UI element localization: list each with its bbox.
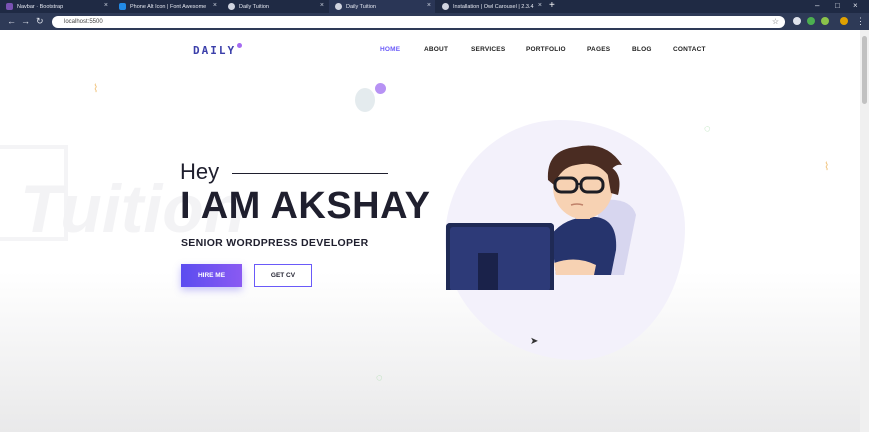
- browser-tab-bar: Navbar · Bootstrap × Phone Alt Icon | Fo…: [0, 0, 869, 13]
- back-arrow-icon[interactable]: ←: [7, 16, 16, 27]
- nav-pages[interactable]: PAGES: [587, 46, 610, 53]
- tab-title: Navbar · Bootstrap: [17, 3, 64, 10]
- globe-favicon-icon: [228, 3, 235, 10]
- nav-services[interactable]: SERVICES: [471, 46, 505, 53]
- pulse-icon: ⌇: [824, 161, 830, 173]
- site-logo[interactable]: DAILY: [193, 44, 236, 57]
- nav-home[interactable]: HOME: [380, 46, 400, 53]
- greeting-underline: [232, 173, 388, 174]
- browser-tab-active[interactable]: Daily Tuition ×: [329, 0, 435, 13]
- extension-icon[interactable]: [793, 17, 801, 25]
- browser-tab[interactable]: Daily Tuition ×: [222, 0, 328, 13]
- tab-title: Daily Tuition: [239, 3, 269, 10]
- nav-blog[interactable]: BLOG: [632, 46, 652, 53]
- forward-arrow-icon[interactable]: →: [21, 16, 30, 27]
- close-icon[interactable]: ×: [538, 2, 542, 9]
- browser-tab[interactable]: Phone Alt Icon | Font Awesome ×: [113, 0, 221, 13]
- globe-favicon-icon: [335, 3, 342, 10]
- address-bar[interactable]: localhost:5500 ☆: [52, 16, 785, 28]
- logo-dot: [237, 43, 242, 48]
- nav-contact[interactable]: CONTACT: [673, 46, 706, 53]
- extension-icon[interactable]: [807, 17, 815, 25]
- hero-greeting: Hey: [180, 159, 220, 184]
- decorative-dot: [375, 83, 386, 94]
- globe-favicon-icon: [442, 3, 449, 10]
- new-tab-icon[interactable]: +: [549, 0, 555, 12]
- tab-title: Phone Alt Icon | Font Awesome: [130, 3, 207, 10]
- lightbulb-icon: ◌: [704, 123, 711, 135]
- tab-title: Daily Tuition: [346, 3, 376, 10]
- mouse-cursor-icon: ➤: [530, 336, 539, 347]
- tab-title: Installation | Owl Carousel | 2.3.4: [453, 3, 534, 10]
- close-window-icon[interactable]: ×: [853, 0, 858, 12]
- url-text: localhost:5500: [64, 19, 103, 25]
- extension-icon[interactable]: [821, 17, 829, 25]
- nav-portfolio[interactable]: PORTFOLIO: [526, 46, 566, 53]
- reload-icon[interactable]: ↻: [36, 16, 44, 27]
- hero-job-title: SENIOR WORDPRESS DEVELOPER: [181, 237, 369, 249]
- browser-tab[interactable]: Installation | Owl Carousel | 2.3.4 ×: [436, 0, 546, 13]
- hero-name: I AM AKSHAY: [180, 185, 431, 227]
- lightbulb-icon: ◌: [376, 372, 383, 384]
- close-icon[interactable]: ×: [213, 2, 217, 9]
- pulse-icon: ⌇: [93, 83, 99, 95]
- browser-tab[interactable]: Navbar · Bootstrap ×: [0, 0, 112, 13]
- bookmark-star-icon[interactable]: ☆: [772, 16, 779, 28]
- profile-avatar-icon[interactable]: [840, 17, 848, 25]
- menu-dots-icon[interactable]: ⋮: [856, 16, 865, 27]
- close-icon[interactable]: ×: [320, 2, 324, 9]
- page-viewport: Tuition DAILY HOME ABOUT SERVICES PORTFO…: [0, 30, 860, 432]
- hire-me-button[interactable]: HIRE ME: [181, 264, 242, 287]
- nav-about[interactable]: ABOUT: [424, 46, 448, 53]
- browser-toolbar: ← → ↻ localhost:5500 ☆ ⋮: [0, 13, 869, 30]
- decorative-circle: [355, 88, 375, 112]
- bootstrap-favicon-icon: [6, 3, 13, 10]
- close-icon[interactable]: ×: [427, 2, 431, 9]
- scrollbar-thumb[interactable]: [862, 36, 867, 104]
- font-awesome-favicon-icon: [119, 3, 126, 10]
- minimize-icon[interactable]: –: [815, 0, 819, 12]
- get-cv-button[interactable]: GET CV: [254, 264, 312, 287]
- close-icon[interactable]: ×: [104, 2, 108, 9]
- maximize-icon[interactable]: □: [835, 0, 840, 12]
- developer-illustration: [446, 145, 636, 290]
